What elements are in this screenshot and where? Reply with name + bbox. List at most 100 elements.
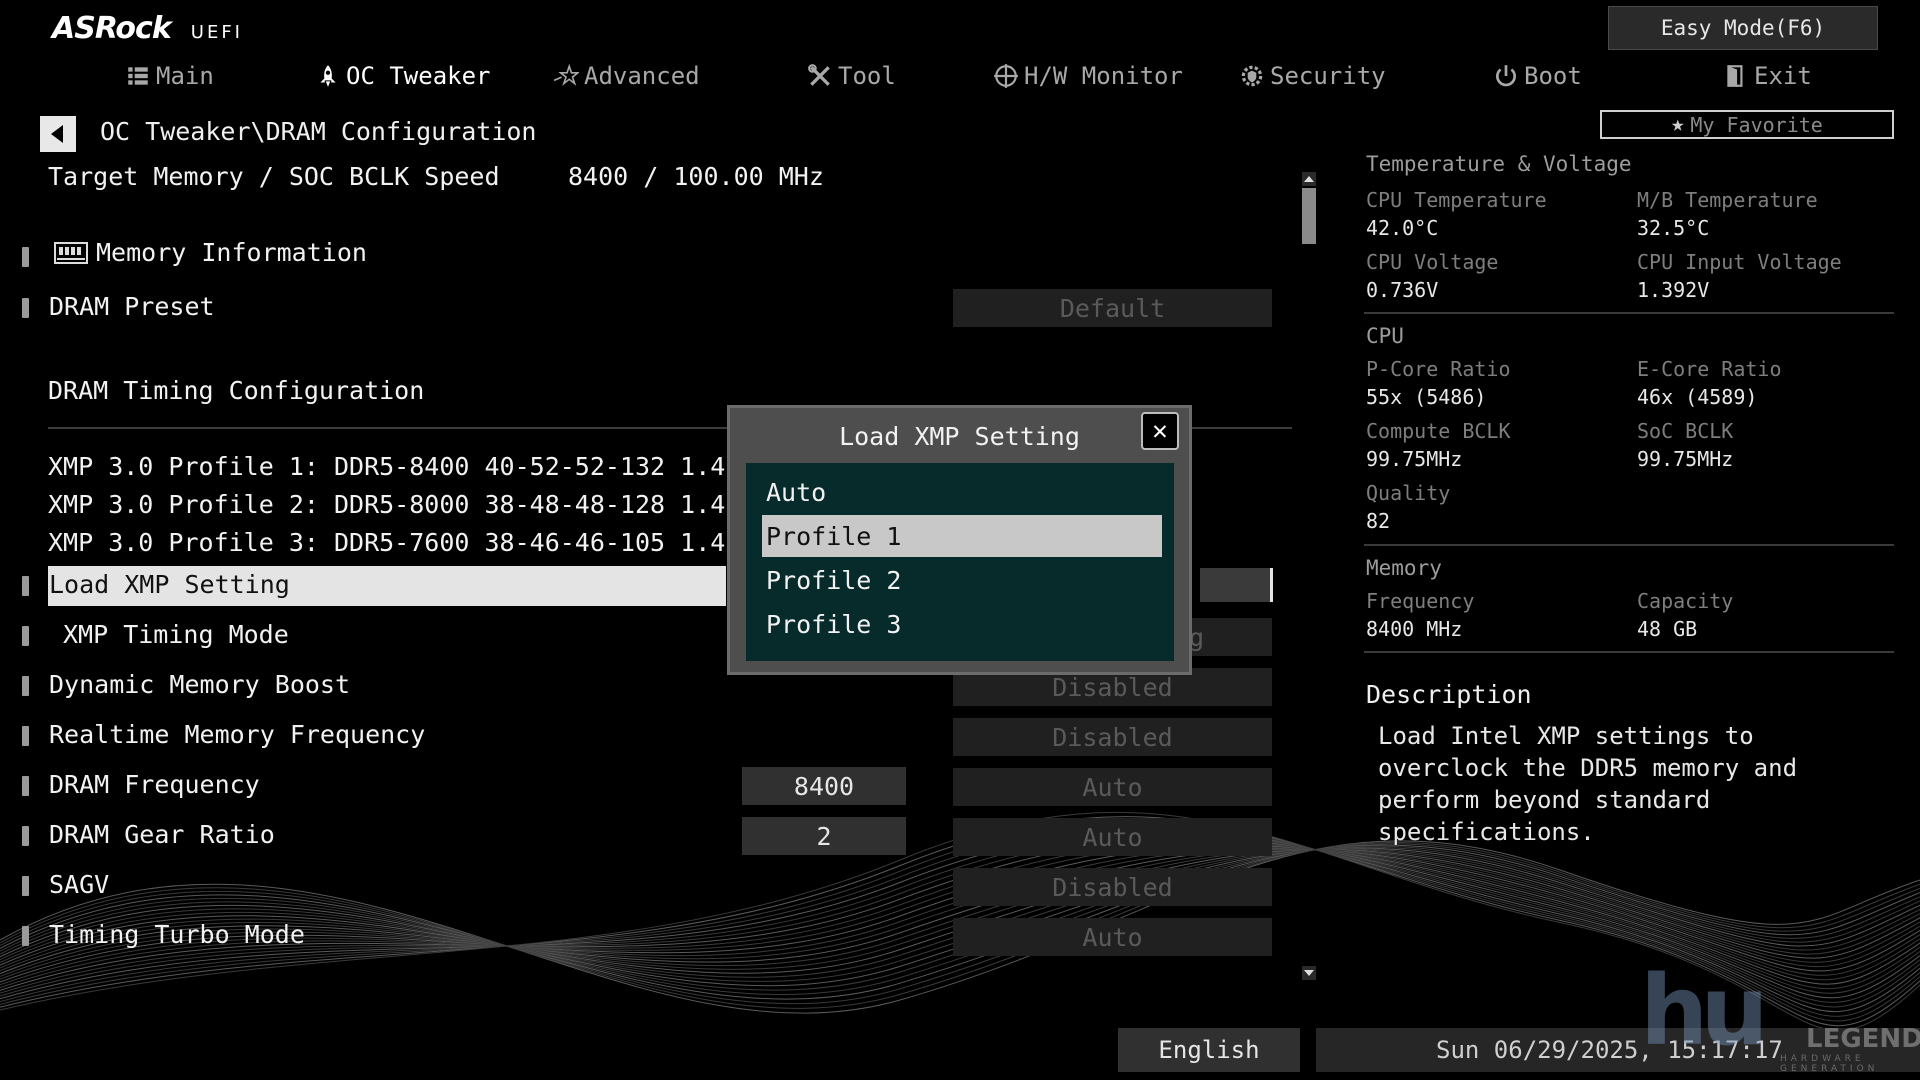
tab-exit-label: Exit bbox=[1754, 62, 1812, 90]
compute-bclk-label: Compute BCLK bbox=[1366, 419, 1511, 443]
scroll-down-button[interactable] bbox=[1302, 966, 1316, 980]
xmp-option-profile-3[interactable]: Profile 3 bbox=[762, 603, 1162, 645]
timing-turbo-mode-select[interactable]: Auto bbox=[953, 918, 1272, 956]
down-arrow-icon bbox=[1304, 970, 1314, 976]
row-bullet bbox=[22, 676, 29, 696]
tab-main[interactable]: Main bbox=[124, 56, 214, 96]
row-bullet bbox=[22, 876, 29, 896]
timing-config-heading: DRAM Timing Configuration bbox=[48, 376, 425, 405]
realtime-memory-frequency-select[interactable]: Disabled bbox=[953, 718, 1272, 756]
tab-exit[interactable]: Exit bbox=[1722, 56, 1812, 96]
tab-hw-monitor-label: H/W Monitor bbox=[1024, 62, 1183, 90]
row-bullet bbox=[22, 298, 29, 318]
list-icon bbox=[124, 62, 152, 90]
tab-security-label: Security bbox=[1270, 62, 1386, 90]
sagv-select[interactable]: Disabled bbox=[953, 868, 1272, 906]
panel-divider bbox=[1364, 544, 1894, 546]
dialog-title: Load XMP Setting bbox=[839, 422, 1080, 451]
cpu-heading: CPU bbox=[1366, 324, 1404, 348]
cpu-input-voltage-label: CPU Input Voltage bbox=[1637, 250, 1842, 274]
mem-frequency-value: 8400 MHz bbox=[1366, 617, 1463, 641]
scrollbar-thumb[interactable] bbox=[1302, 188, 1316, 244]
tab-tool-label: Tool bbox=[838, 62, 896, 90]
memory-information-label: Memory Information bbox=[96, 238, 367, 267]
tab-boot[interactable]: Boot bbox=[1492, 56, 1582, 96]
xmp-option-profile-1[interactable]: Profile 1 bbox=[762, 515, 1162, 557]
quality-value: 82 bbox=[1366, 509, 1391, 533]
watermark-subtext: HARDWARE GENERATION bbox=[1780, 1054, 1879, 1074]
panel-divider bbox=[1364, 651, 1894, 653]
compute-bclk-value: 99.75MHz bbox=[1366, 447, 1463, 471]
dram-gear-ratio-current: 2 bbox=[742, 817, 906, 855]
tab-oc-tweaker[interactable]: OC Tweaker bbox=[314, 56, 491, 96]
dram-frequency-current: 8400 bbox=[742, 767, 906, 805]
scroll-up-button[interactable] bbox=[1302, 172, 1316, 186]
exit-door-icon bbox=[1722, 62, 1750, 90]
row-bullet bbox=[22, 926, 29, 946]
mem-capacity-value: 48 GB bbox=[1637, 617, 1698, 641]
mb-temp-value: 32.5°C bbox=[1637, 216, 1710, 240]
brand: ASRock UEFI bbox=[52, 11, 243, 46]
xmp-profile-2-info: XMP 3.0 Profile 2: DDR5-8000 38-48-48-12… bbox=[48, 490, 831, 519]
pcore-ratio-value: 55x (5486) bbox=[1366, 385, 1487, 409]
dram-frequency-select[interactable]: Auto bbox=[953, 768, 1272, 806]
description-text: Load Intel XMP settings to overclock the… bbox=[1378, 722, 1798, 846]
background-wave-line bbox=[0, 842, 1920, 990]
load-xmp-label[interactable]: Load XMP Setting bbox=[49, 570, 290, 599]
tab-tool[interactable]: Tool bbox=[806, 56, 896, 96]
watermark-text: LEGEND bbox=[1806, 1024, 1920, 1054]
xmp-profile-1-info: XMP 3.0 Profile 1: DDR5-8400 40-52-52-13… bbox=[48, 452, 831, 481]
tab-hw-monitor[interactable]: H/W Monitor bbox=[992, 56, 1183, 96]
dram-preset-select[interactable]: Default bbox=[953, 289, 1272, 327]
star-shooting-icon bbox=[552, 62, 580, 90]
cpu-voltage-value: 0.736V bbox=[1366, 278, 1439, 302]
xmp-option-profile-2[interactable]: Profile 2 bbox=[762, 559, 1162, 601]
tab-advanced[interactable]: Advanced bbox=[552, 56, 700, 96]
back-button[interactable] bbox=[40, 116, 76, 152]
easy-mode-button[interactable]: Easy Mode(F6) bbox=[1608, 6, 1878, 50]
back-arrow-icon bbox=[51, 125, 63, 143]
xmp-profile-3-info: XMP 3.0 Profile 3: DDR5-7600 38-46-46-10… bbox=[48, 528, 831, 557]
close-icon[interactable]: ✕ bbox=[1141, 412, 1179, 450]
cpu-temp-value: 42.0°C bbox=[1366, 216, 1439, 240]
dram-gear-ratio-select[interactable]: Auto bbox=[953, 818, 1272, 856]
background-wave-line bbox=[0, 844, 1920, 985]
row-bullet bbox=[22, 726, 29, 746]
row-bullet bbox=[22, 626, 29, 646]
memory-heading: Memory bbox=[1366, 556, 1442, 580]
mem-capacity-label: Capacity bbox=[1637, 589, 1734, 613]
my-favorite-button[interactable]: ★ My Favorite bbox=[1600, 110, 1894, 139]
dram-preset-label: DRAM Preset bbox=[49, 292, 215, 321]
tools-icon bbox=[806, 62, 834, 90]
load-xmp-select[interactable] bbox=[1200, 568, 1273, 602]
target-speed-value: 8400 / 100.00 MHz bbox=[568, 162, 824, 191]
watermark-logo: hu bbox=[1640, 955, 1769, 1067]
sagv-label: SAGV bbox=[49, 870, 110, 899]
dynamic-memory-boost-label: Dynamic Memory Boost bbox=[49, 670, 351, 699]
xmp-option-auto[interactable]: Auto bbox=[762, 471, 1162, 513]
uefi-label: UEFI bbox=[190, 22, 243, 43]
realtime-memory-frequency-label: Realtime Memory Frequency bbox=[49, 720, 426, 749]
xmp-timing-mode-label: XMP Timing Mode bbox=[63, 620, 289, 649]
tab-boot-label: Boot bbox=[1524, 62, 1582, 90]
xmp-option-list: Auto Profile 1 Profile 2 Profile 3 bbox=[746, 463, 1174, 661]
load-xmp-dialog: Load XMP Setting ✕ Auto Profile 1 Profil… bbox=[727, 405, 1192, 675]
tab-security[interactable]: Security bbox=[1238, 56, 1386, 96]
row-bullet bbox=[22, 826, 29, 846]
my-favorite-label: My Favorite bbox=[1690, 112, 1823, 137]
pcore-ratio-label: P-Core Ratio bbox=[1366, 357, 1511, 381]
background-wave-line bbox=[0, 840, 1920, 994]
ecore-ratio-label: E-Core Ratio bbox=[1637, 357, 1782, 381]
dram-gear-ratio-label: DRAM Gear Ratio bbox=[49, 820, 275, 849]
rocket-icon bbox=[314, 62, 342, 90]
mem-frequency-label: Frequency bbox=[1366, 589, 1475, 613]
temp-voltage-heading: Temperature & Voltage bbox=[1366, 152, 1632, 176]
shield-gear-icon bbox=[1238, 62, 1266, 90]
timing-turbo-mode-label: Timing Turbo Mode bbox=[49, 920, 305, 949]
breadcrumb: OC Tweaker\DRAM Configuration bbox=[100, 117, 537, 146]
row-bullet bbox=[22, 776, 29, 796]
panel-divider bbox=[1364, 312, 1894, 314]
description-heading: Description bbox=[1366, 680, 1532, 709]
language-button[interactable]: English bbox=[1118, 1028, 1300, 1072]
memory-information-item[interactable]: Memory Information bbox=[54, 238, 367, 267]
